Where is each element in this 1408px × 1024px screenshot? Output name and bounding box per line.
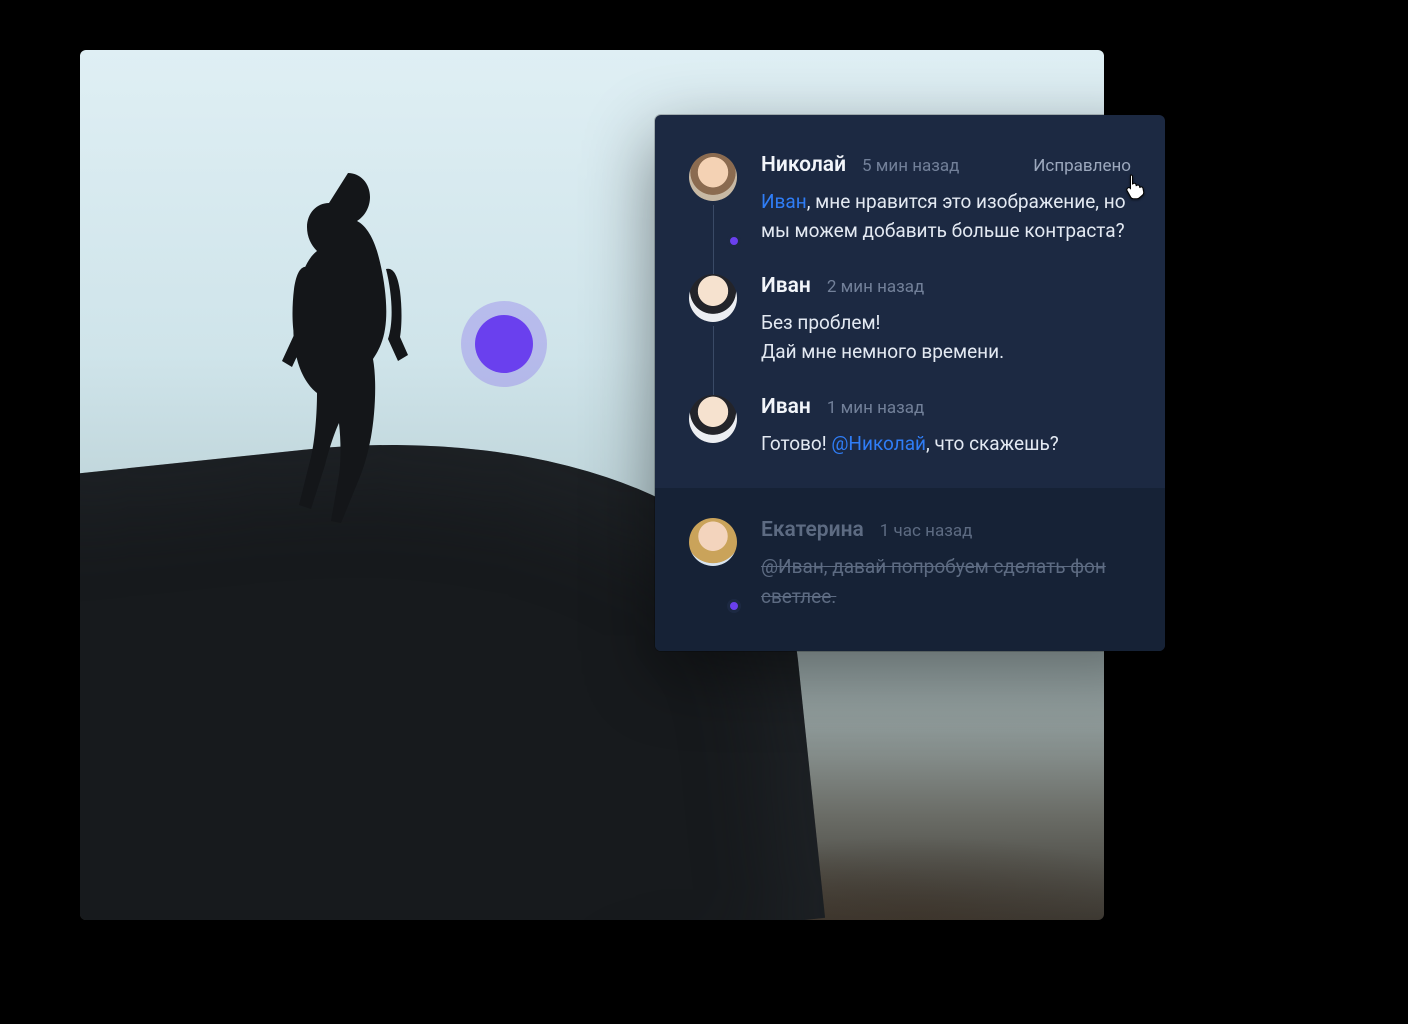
resolved-comment[interactable]: Екатерина 1 час назад @Иван, давай попро… xyxy=(655,488,1165,651)
mention: @Иван xyxy=(761,555,824,578)
silhouette-person xyxy=(240,165,430,525)
avatar[interactable] xyxy=(689,518,737,566)
comment-text-resolved: @Иван, давай попробуем сделать фон светл… xyxy=(761,552,1131,611)
presence-dot xyxy=(727,599,741,613)
comment-item[interactable]: Николай 5 мин назад Исправлено Иван, мне… xyxy=(689,153,1131,246)
comment-author: Николай xyxy=(761,153,846,177)
comment-text-head: Готово! xyxy=(761,432,831,455)
avatar-wrap xyxy=(689,395,739,458)
avatar-wrap xyxy=(689,274,739,367)
annotation-marker[interactable] xyxy=(475,315,533,373)
avatar-wrap xyxy=(689,153,739,246)
comment-author: Иван xyxy=(761,274,811,298)
comment-time: 1 мин назад xyxy=(827,398,924,418)
mention[interactable]: @Николай xyxy=(831,432,926,455)
comment-time: 5 мин назад xyxy=(862,156,959,176)
comment-thread: Николай 5 мин назад Исправлено Иван, мне… xyxy=(655,115,1165,488)
comment-author: Екатерина xyxy=(761,518,864,542)
comment-time: 1 час назад xyxy=(880,521,973,541)
comment-text: Иван, мне нравится это изображение, но м… xyxy=(761,187,1131,246)
mention[interactable]: Иван xyxy=(761,190,807,213)
avatar[interactable] xyxy=(689,274,737,322)
comment-text: Готово! @Николай, что скажешь? xyxy=(761,429,1131,458)
comment-text-tail: , мне нравится это изображение, но мы мо… xyxy=(761,190,1126,242)
avatar-wrap xyxy=(689,518,739,611)
comment-author: Иван xyxy=(761,395,811,419)
comment-text: Без проблем! Дай мне немного времени. xyxy=(761,308,1131,367)
comment-item[interactable]: Иван 2 мин назад Без проблем! Дай мне не… xyxy=(689,274,1131,367)
comment-item[interactable]: Иван 1 мин назад Готово! @Николай, что с… xyxy=(689,395,1131,458)
comment-panel: Николай 5 мин назад Исправлено Иван, мне… xyxy=(655,115,1165,651)
comment-text-tail: , что скажешь? xyxy=(926,432,1059,455)
avatar[interactable] xyxy=(689,395,737,443)
presence-dot xyxy=(727,234,741,248)
thread-connector xyxy=(713,205,714,274)
avatar[interactable] xyxy=(689,153,737,201)
thread-connector xyxy=(713,326,714,395)
resolved-action[interactable]: Исправлено xyxy=(1033,156,1131,176)
comment-line: Дай мне немного времени. xyxy=(761,340,1004,363)
comment-time: 2 мин назад xyxy=(827,277,924,297)
comment-line: Без проблем! xyxy=(761,311,880,334)
